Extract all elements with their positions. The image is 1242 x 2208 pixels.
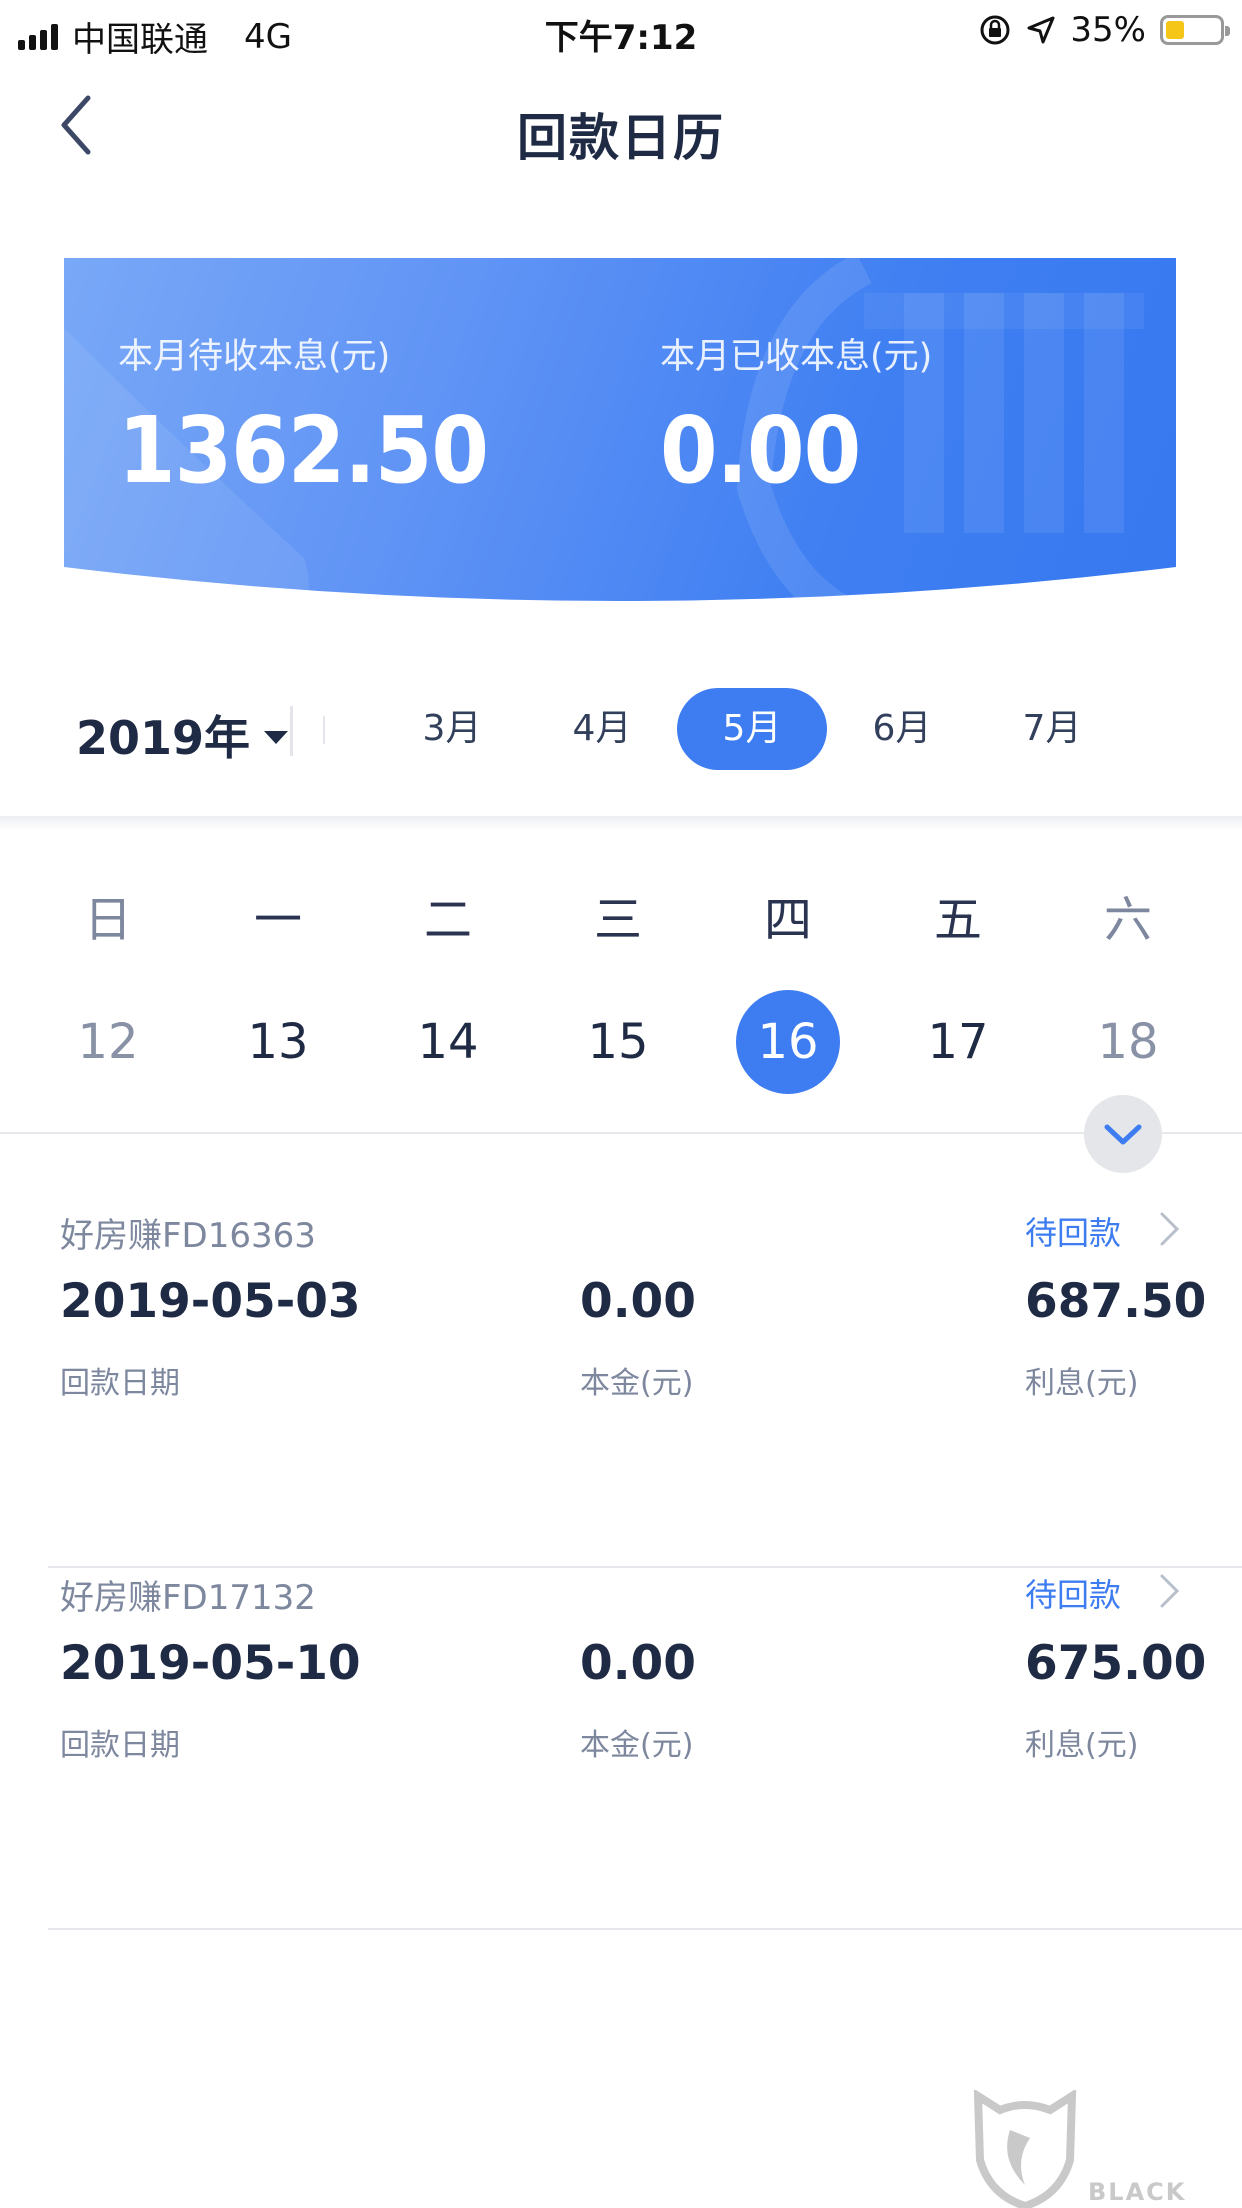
received-summary: 本月已收本息(元) 0.00	[660, 328, 932, 504]
month-tab[interactable]: 7月	[977, 688, 1127, 770]
blackcat-logo-icon	[973, 2088, 1077, 2208]
shadow	[0, 816, 1242, 830]
rotation-lock-icon	[980, 15, 1010, 45]
repayment-record[interactable]: 好房赚FD16363 待回款 2019-05-03 0.00 687.50 回款日期 本金(…	[0, 1208, 1242, 1568]
card-curve	[0, 555, 1242, 645]
principal-label: 本金(元)	[580, 1366, 694, 1401]
battery-percent: 35%	[1070, 10, 1146, 50]
interest-value: 675.00	[1025, 1636, 1207, 1691]
weekday-label: 六	[1103, 892, 1152, 948]
weekday-label: 日	[83, 892, 132, 948]
month-tab[interactable]: 3月	[378, 688, 527, 770]
status-link[interactable]: 待回款	[1025, 1208, 1121, 1254]
chevron-right-icon	[1160, 1574, 1180, 1608]
divider	[323, 716, 325, 744]
divider	[48, 1928, 1242, 1930]
product-name: 好房赚FD16363	[60, 1216, 316, 1256]
month-tab[interactable]: 8	[1127, 688, 1188, 770]
calendar-day[interactable]: 13	[226, 990, 330, 1094]
pending-value: 1362.50	[118, 397, 489, 504]
expand-calendar-button[interactable]	[1084, 1095, 1162, 1173]
weekday-label: 二	[423, 892, 472, 948]
received-value: 0.00	[660, 397, 861, 504]
year-dropdown[interactable]: 2019年	[76, 702, 289, 768]
weekday-label: 一	[253, 892, 302, 948]
month-selector-bar: 2019年 3月4月5月6月7月8	[0, 668, 1242, 818]
blackcat-watermark: 黑猫 BLACK CAT	[970, 2088, 1242, 2208]
principal-value: 0.00	[580, 1636, 696, 1691]
calendar-day[interactable]: 14	[396, 990, 500, 1094]
principal-value: 0.00	[580, 1274, 696, 1329]
status-bar-right: 35%	[978, 10, 1230, 50]
interest-label: 利息(元)	[1025, 1728, 1139, 1763]
divider	[48, 1566, 1242, 1568]
weekday-header: 日一二三四五六	[0, 880, 1242, 948]
battery-level	[1166, 21, 1185, 39]
date-label: 回款日期	[60, 1728, 180, 1763]
chevron-down-icon	[1104, 1124, 1142, 1145]
weekday-label: 四	[763, 892, 812, 948]
repayment-date: 2019-05-10	[60, 1636, 361, 1691]
calendar-day[interactable]: 15	[566, 990, 670, 1094]
month-tabs: 3月4月5月6月7月8	[378, 688, 1188, 778]
divider	[290, 706, 293, 756]
page-title: 回款日历	[517, 109, 725, 167]
month-tab[interactable]: 4月	[527, 688, 677, 770]
battery-icon	[1160, 15, 1230, 45]
weekday-label: 五	[933, 892, 982, 948]
year-label: 2019年	[76, 711, 251, 765]
month-tab[interactable]: 6月	[827, 688, 977, 770]
calendar-day[interactable]: 12	[56, 990, 160, 1094]
status-link[interactable]: 待回款	[1025, 1570, 1121, 1616]
weekday-label: 三	[593, 892, 642, 948]
divider	[0, 1132, 1242, 1134]
status-bar: 中国联通 4G 下午7:12 35%	[0, 0, 1242, 62]
interest-label: 利息(元)	[1025, 1366, 1139, 1401]
location-icon	[1027, 16, 1055, 44]
calendar-day[interactable]: 17	[906, 990, 1010, 1094]
interest-value: 687.50	[1025, 1274, 1207, 1329]
product-name: 好房赚FD17132	[60, 1578, 316, 1618]
month-tab[interactable]: 5月	[677, 688, 827, 770]
repayment-date: 2019-05-03	[60, 1274, 361, 1329]
caret-down-icon	[264, 730, 289, 744]
pending-summary: 本月待收本息(元) 1362.50	[118, 328, 489, 504]
date-label: 回款日期	[60, 1366, 180, 1401]
watermark-sub: BLACK CAT	[1088, 2178, 1187, 2208]
repayment-record[interactable]: 好房赚FD17132 待回款 2019-05-10 0.00 675.00 回款日期 本金(…	[0, 1570, 1242, 1930]
chevron-right-icon	[1160, 1212, 1180, 1246]
week-days: 12 13 14 15 16 17 18	[0, 990, 1242, 1094]
calendar-day[interactable]: 18	[1076, 990, 1180, 1094]
principal-label: 本金(元)	[580, 1728, 694, 1763]
calendar-day-selected[interactable]: 16	[736, 990, 840, 1094]
nav-bar: 回款日历	[0, 62, 1242, 192]
received-label: 本月已收本息(元)	[660, 337, 933, 377]
pending-label: 本月待收本息(元)	[118, 337, 391, 377]
